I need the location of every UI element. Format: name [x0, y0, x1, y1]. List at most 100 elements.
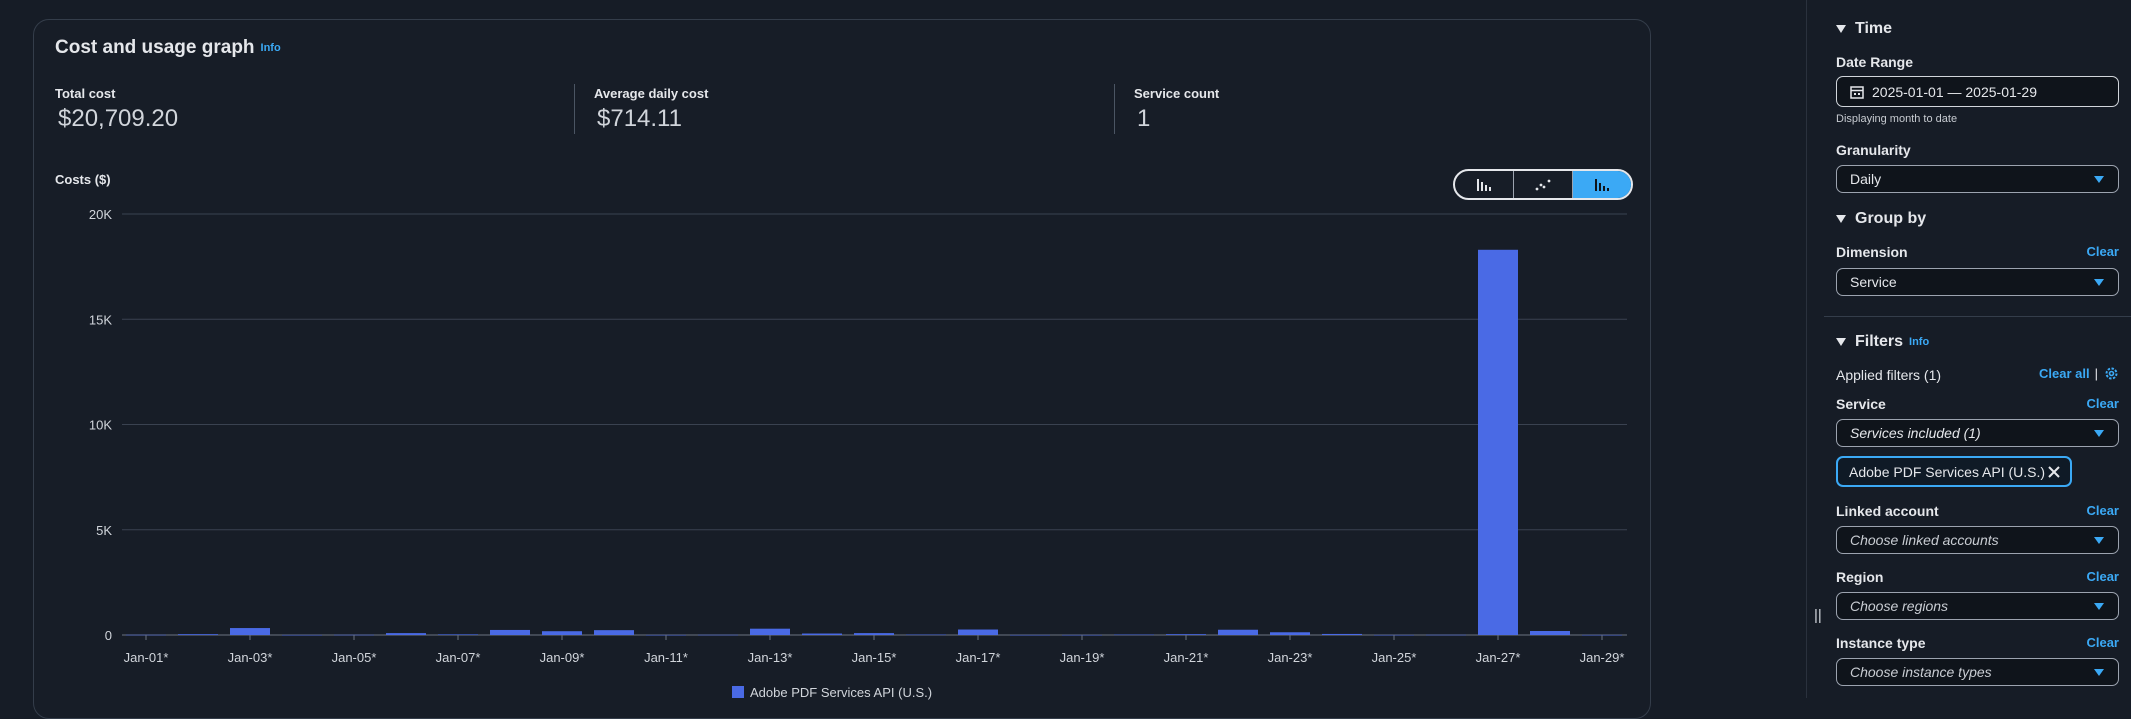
- caret-down-icon: [2094, 669, 2104, 676]
- bar: [1530, 631, 1570, 635]
- dimension-label: Dimension: [1836, 244, 1908, 260]
- chart-canvas: 0 5K 10K 15K 20K Jan-01* Jan-03* Jan-05* Jan-07*…: [89, 207, 1627, 700]
- x-tick-label: Jan-13*: [748, 650, 793, 665]
- region-select[interactable]: Choose regions: [1836, 592, 2119, 620]
- token-label: Adobe PDF Services API (U.S.): [1849, 463, 2046, 480]
- calendar-icon: [1850, 85, 1864, 99]
- granularity-select[interactable]: Daily: [1836, 165, 2119, 193]
- bar: [594, 630, 634, 635]
- sidebar-divider: [1806, 0, 1807, 698]
- x-tick-label: Jan-29*: [1580, 650, 1625, 665]
- section-heading: Group by: [1855, 210, 1927, 227]
- cost-usage-graph-panel: Cost and usage graph Info Total cost $20,…: [33, 19, 1651, 719]
- bar: [438, 634, 478, 635]
- service-clear-link[interactable]: Clear: [2086, 396, 2119, 411]
- y-tick-label: 15K: [89, 312, 112, 327]
- y-tick-label: 0: [105, 628, 112, 643]
- instance-type-placeholder: Choose instance types: [1850, 664, 1992, 680]
- x-tick-label: Jan-23*: [1268, 650, 1313, 665]
- dimension-select[interactable]: Service: [1836, 268, 2119, 296]
- bar: [854, 633, 894, 635]
- service-filter-label: Service: [1836, 396, 1886, 412]
- region-clear-link[interactable]: Clear: [2086, 569, 2119, 584]
- bar: [802, 633, 842, 635]
- time-section-toggle[interactable]: Time: [1836, 20, 1892, 38]
- date-range-label: Date Range: [1836, 54, 1914, 70]
- dimension-value: Service: [1850, 274, 1897, 290]
- instance-type-clear-link[interactable]: Clear: [2086, 635, 2119, 650]
- filters-info-link[interactable]: Info: [1909, 336, 1929, 348]
- bar: [906, 634, 946, 636]
- settings-gear-icon[interactable]: [2104, 366, 2119, 381]
- caret-down-icon: [1836, 215, 1846, 223]
- bar: [750, 628, 790, 635]
- bar: [698, 634, 738, 636]
- region-placeholder: Choose regions: [1850, 598, 1949, 614]
- caret-down-icon: [2094, 176, 2104, 183]
- y-tick-label: 10K: [89, 418, 112, 433]
- x-tick-label: Jan-27*: [1476, 650, 1521, 665]
- service-filter-select[interactable]: Services included (1): [1836, 419, 2119, 447]
- legend-swatch: [732, 686, 744, 698]
- bar: [1114, 634, 1154, 636]
- region-label: Region: [1836, 569, 1884, 585]
- bar: [1426, 634, 1466, 636]
- bar: [1478, 249, 1518, 635]
- section-divider: [1824, 316, 2131, 317]
- caret-down-icon: [2094, 279, 2104, 286]
- clear-all-link[interactable]: Clear all: [2039, 366, 2090, 381]
- x-tick-label: Jan-15*: [852, 650, 897, 665]
- date-range-value: 2025-01-01 — 2025-01-29: [1872, 83, 2038, 100]
- x-tick-label: Jan-21*: [1164, 650, 1209, 665]
- y-tick-label: 5K: [96, 523, 112, 538]
- bar: [1010, 634, 1050, 636]
- caret-down-icon: [2094, 603, 2104, 610]
- date-range-hint: Displaying month to date: [1836, 113, 1958, 125]
- x-tick-label: Jan-11*: [644, 650, 688, 665]
- bar: [386, 633, 426, 635]
- caret-down-icon: [1836, 25, 1846, 33]
- bar: [1322, 633, 1362, 635]
- linked-account-clear-link[interactable]: Clear: [2086, 503, 2119, 518]
- group-by-section-toggle[interactable]: Group by: [1836, 210, 1926, 228]
- x-tick-label: Jan-03*: [228, 650, 273, 665]
- x-tick-label: Jan-09*: [540, 650, 585, 665]
- granularity-value: Daily: [1850, 171, 1882, 187]
- x-tick-label: Jan-05*: [332, 650, 377, 665]
- dimension-clear-link[interactable]: Clear: [2086, 244, 2119, 259]
- separator: |: [2094, 366, 2098, 381]
- resize-handle-icon[interactable]: ||: [1814, 607, 1822, 624]
- clear-all-row: Clear all |: [2039, 366, 2119, 381]
- applied-filters-count: Applied filters (1): [1836, 367, 1942, 383]
- caret-down-icon: [2094, 537, 2104, 544]
- y-tick-label: 20K: [89, 207, 112, 222]
- linked-account-select[interactable]: Choose linked accounts: [1836, 526, 2119, 554]
- section-heading: Time: [1855, 20, 1893, 37]
- service-filter-token: Adobe PDF Services API (U.S.): [1836, 456, 2072, 487]
- linked-account-label: Linked account: [1836, 503, 1939, 519]
- x-tick-label: Jan-19*: [1060, 650, 1105, 665]
- close-icon[interactable]: [2047, 465, 2061, 479]
- x-tick-label: Jan-01*: [124, 650, 169, 665]
- x-tick-label: Jan-25*: [1372, 650, 1417, 665]
- bar: [542, 631, 582, 635]
- bar: [282, 634, 322, 636]
- bar: [230, 628, 270, 635]
- bar: [1270, 632, 1310, 635]
- granularity-label: Granularity: [1836, 142, 1911, 158]
- date-range-picker[interactable]: 2025-01-01 — 2025-01-29: [1836, 76, 2119, 107]
- section-heading: Filters: [1855, 333, 1904, 350]
- bar: [178, 634, 218, 635]
- instance-type-select[interactable]: Choose instance types: [1836, 658, 2119, 686]
- instance-type-label: Instance type: [1836, 635, 1926, 651]
- caret-down-icon: [1836, 338, 1846, 346]
- x-tick-label: Jan-17*: [956, 650, 1001, 665]
- linked-account-placeholder: Choose linked accounts: [1850, 532, 1999, 548]
- bar: [958, 629, 998, 635]
- filters-section-toggle[interactable]: Filters Info: [1836, 333, 1929, 351]
- bar: [490, 629, 530, 635]
- bar: [1218, 629, 1258, 635]
- x-tick-label: Jan-07*: [436, 650, 481, 665]
- caret-down-icon: [2094, 430, 2104, 437]
- bar: [1166, 634, 1206, 635]
